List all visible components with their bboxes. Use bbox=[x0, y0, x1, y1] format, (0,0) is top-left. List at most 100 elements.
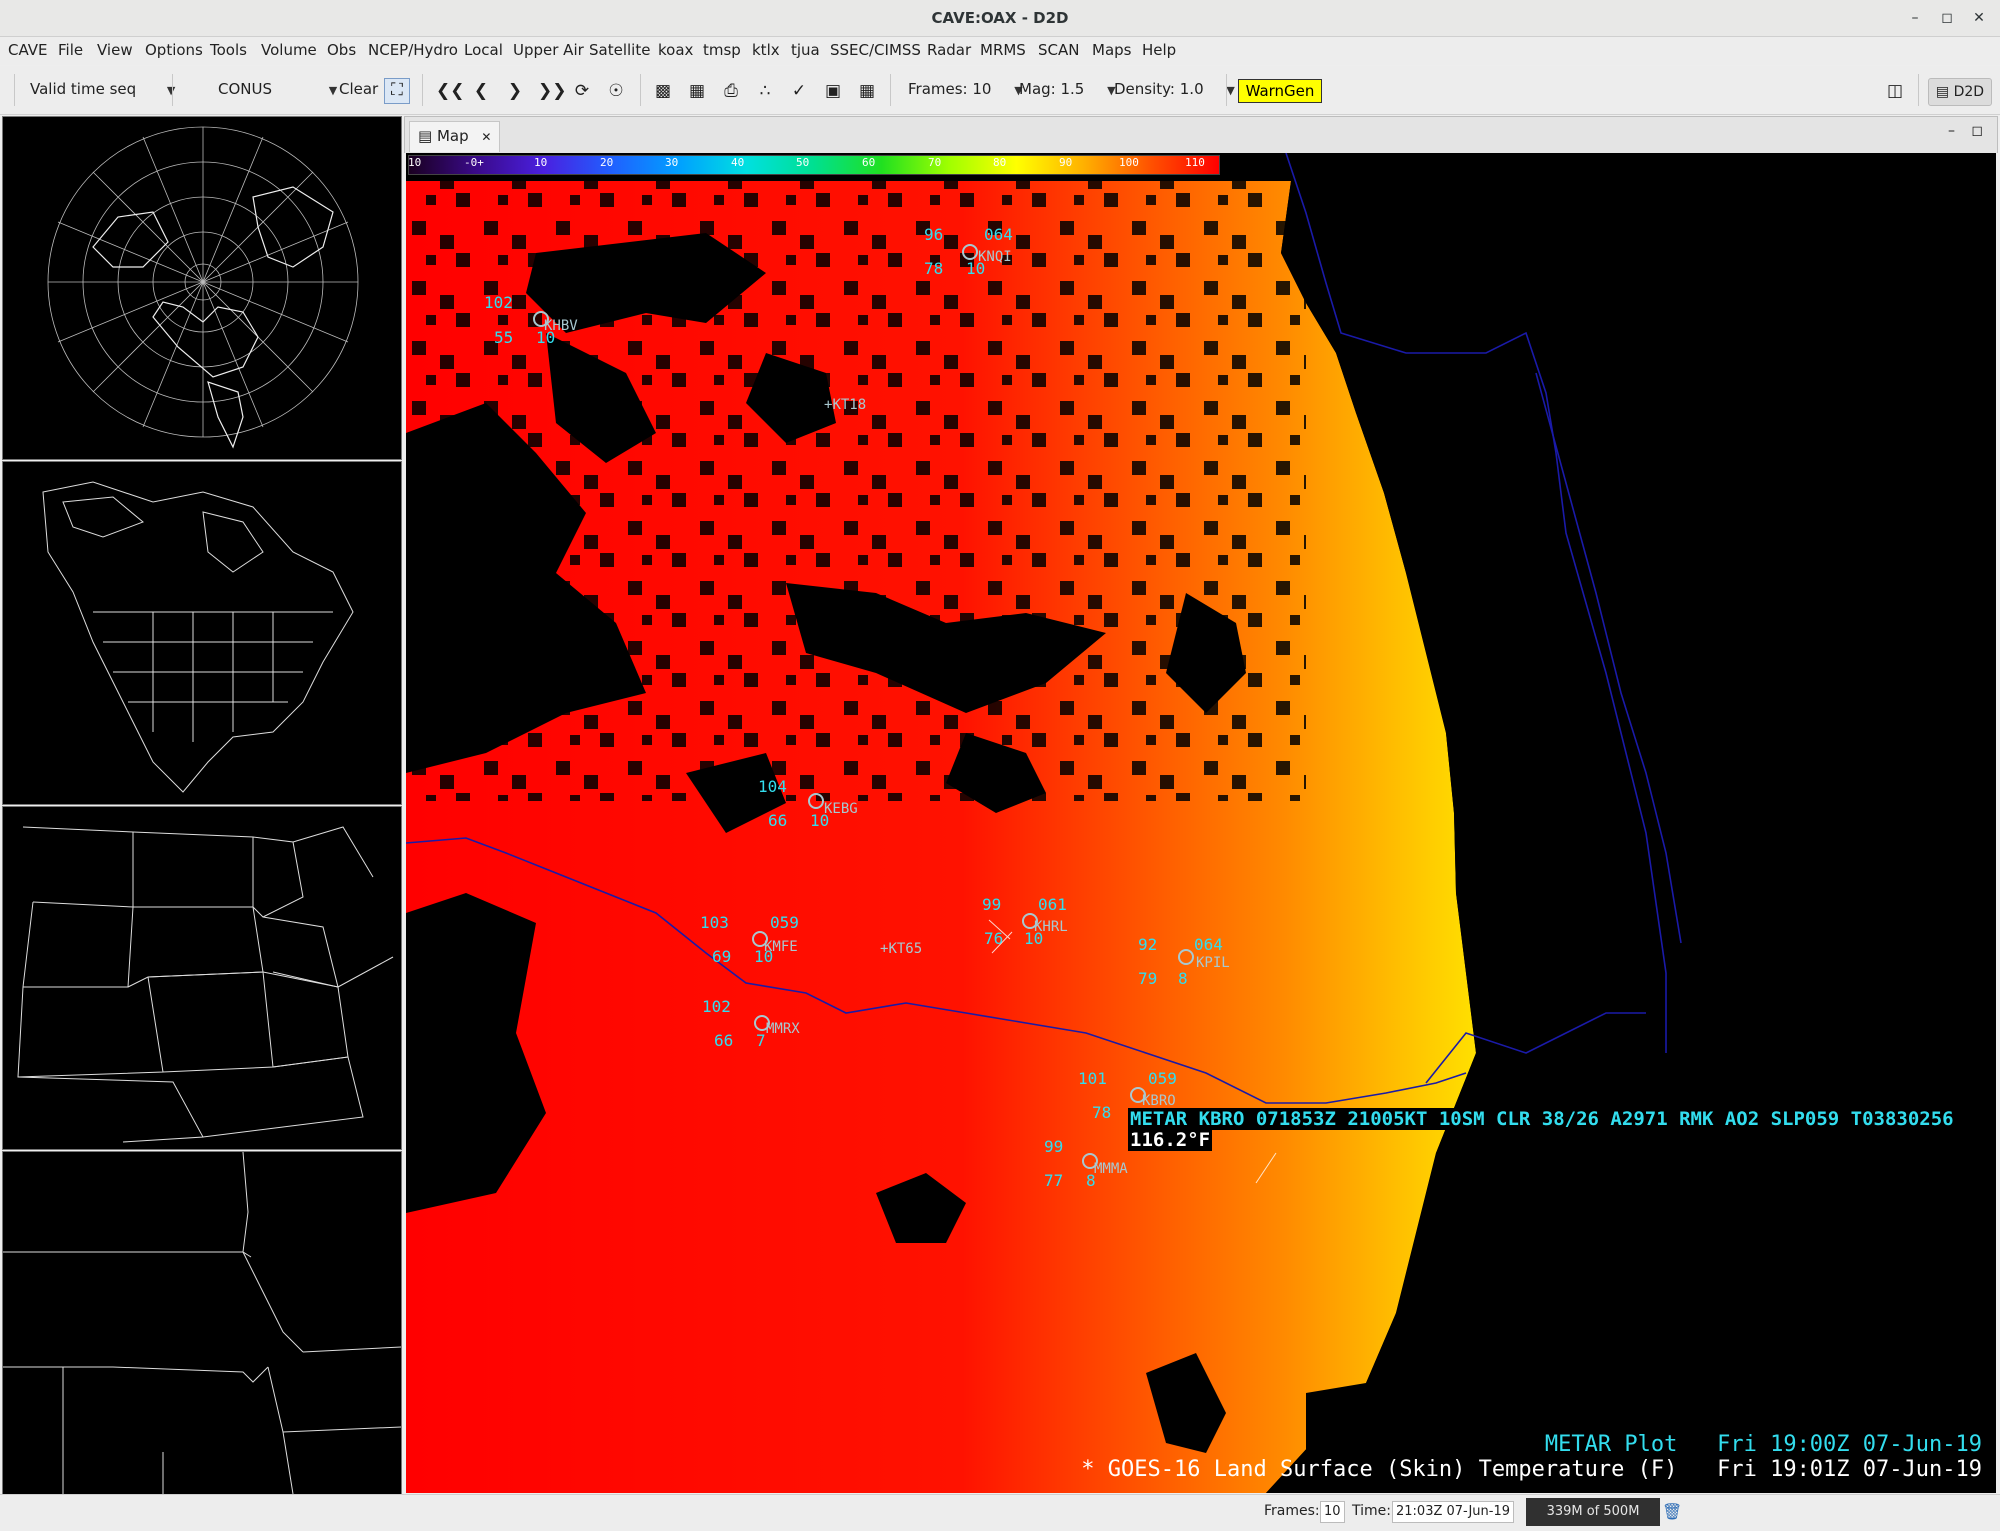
mag-dropdown[interactable]: Mag: 1.5 ▼ bbox=[1019, 80, 1116, 98]
station-dewpoint: 66 bbox=[768, 811, 788, 830]
legend-goes-skin-temp[interactable]: * GOES-16 Land Surface (Skin) Temperatur… bbox=[1081, 1457, 1982, 1482]
toolbar-separator bbox=[640, 74, 641, 106]
colorbar-tick: 110 bbox=[1185, 156, 1205, 169]
print-icon[interactable]: ⎙ bbox=[720, 80, 742, 102]
density-dropdown[interactable]: Density: 1.0 ▼ bbox=[1114, 80, 1235, 98]
legend-name: METAR Plot bbox=[1544, 1432, 1678, 1457]
toolbar-separator bbox=[14, 74, 15, 106]
legend-metar-plot[interactable]: METAR Plot Fri 19:00Z 07-Jun-19 bbox=[1545, 1432, 1982, 1457]
polar-map bbox=[47, 126, 359, 449]
station-id: KPIL bbox=[1196, 955, 1230, 971]
station-visibility: 10 bbox=[810, 811, 830, 830]
open-perspective-icon[interactable]: ◫ bbox=[1884, 80, 1906, 102]
time-mode-dropdown[interactable]: Valid time seq ▼ bbox=[30, 80, 175, 98]
loop-properties-icon[interactable]: ☉ bbox=[605, 80, 627, 102]
trash-icon[interactable]: 🗑 bbox=[1662, 1502, 1682, 1521]
menu-ktlx[interactable]: ktlx bbox=[752, 41, 780, 59]
points-icon[interactable]: ∴ bbox=[754, 80, 776, 102]
station-visibility: 10 bbox=[1024, 929, 1044, 948]
menu-maps[interactable]: Maps bbox=[1092, 41, 1131, 59]
menu-mrms[interactable]: MRMS bbox=[980, 41, 1026, 59]
menu-satellite[interactable]: Satellite bbox=[589, 41, 650, 59]
station-id: KBRO bbox=[1142, 1093, 1176, 1109]
colorbar-tick: 90 bbox=[1059, 156, 1073, 169]
side-panel-regional[interactable] bbox=[2, 1151, 402, 1495]
main-map-display[interactable]: 10 -0+ 10 20 30 40 50 60 70 80 90 100 11… bbox=[406, 153, 1996, 1493]
single-panel-icon[interactable]: ▣ bbox=[822, 80, 844, 102]
d2d-perspective-button[interactable]: ▤ D2D bbox=[1928, 78, 1992, 106]
menu-help[interactable]: Help bbox=[1142, 41, 1176, 59]
clear-button[interactable]: Clear bbox=[339, 80, 378, 98]
side-panel-northern-hemisphere[interactable] bbox=[2, 116, 402, 460]
first-frame-icon[interactable]: ❮❮ bbox=[436, 80, 465, 102]
menu-obs[interactable]: Obs bbox=[327, 41, 356, 59]
menu-tools[interactable]: Tools bbox=[210, 41, 247, 59]
menu-view[interactable]: View bbox=[97, 41, 133, 59]
loop-icon[interactable]: ⟳ bbox=[571, 80, 593, 102]
chevron-down-icon: ▼ bbox=[328, 84, 338, 97]
maximize-icon[interactable]: ◻ bbox=[1935, 6, 1959, 30]
map-tab-icon: ▤ bbox=[418, 127, 437, 145]
menu-tmsp[interactable]: tmsp bbox=[703, 41, 741, 59]
menu-bar: CAVE File View Options Tools Volume Obs … bbox=[0, 37, 2000, 65]
window-title: CAVE:OAX - D2D bbox=[931, 9, 1069, 27]
previous-frame-icon[interactable]: ❮ bbox=[470, 80, 492, 102]
time-mode-label: Valid time seq bbox=[30, 80, 137, 98]
menu-koax[interactable]: koax bbox=[658, 41, 693, 59]
side-panel-north-america[interactable] bbox=[2, 461, 402, 805]
menu-tjua[interactable]: tjua bbox=[791, 41, 820, 59]
station-marker[interactable] bbox=[962, 244, 978, 260]
station-visibility: 7 bbox=[756, 1031, 766, 1050]
zoom-extent-icon[interactable]: ⛶ bbox=[384, 78, 410, 104]
next-frame-icon[interactable]: ❯ bbox=[504, 80, 526, 102]
station-temp: 99 bbox=[982, 895, 1002, 914]
station-id: +KT65 bbox=[880, 941, 923, 957]
menu-file[interactable]: File bbox=[58, 41, 83, 59]
four-panel-icon[interactable]: ▦ bbox=[856, 80, 878, 102]
colorbar-tick: 20 bbox=[600, 156, 614, 169]
toolbar-separator bbox=[1226, 74, 1227, 106]
time-status-value: 21:03Z 07-Jun-19 bbox=[1392, 1501, 1515, 1523]
image-properties-icon[interactable]: ▦ bbox=[686, 80, 708, 102]
station-dewpoint: 55 bbox=[494, 328, 514, 347]
frames-dropdown[interactable]: Frames: 10 ▼ bbox=[908, 80, 1023, 98]
menu-ssec-cimss[interactable]: SSEC/CIMSS bbox=[830, 41, 921, 59]
station-dewpoint: 69 bbox=[712, 947, 732, 966]
tab-map[interactable]: ▤ Map ✕ bbox=[409, 121, 501, 152]
station-visibility: 8 bbox=[1086, 1171, 1096, 1190]
menu-cave[interactable]: CAVE bbox=[8, 41, 48, 59]
colorbar-tick: 10 bbox=[408, 156, 422, 169]
minimize-icon[interactable]: – bbox=[1903, 6, 1927, 30]
side-panel-central-us[interactable] bbox=[2, 806, 402, 1150]
close-icon[interactable]: ✕ bbox=[1967, 6, 1991, 30]
menu-upper-air[interactable]: Upper Air bbox=[513, 41, 584, 59]
scale-dropdown[interactable]: CONUS ▼ bbox=[218, 80, 337, 98]
legend-time: Fri 19:00Z 07-Jun-19 bbox=[1717, 1432, 1982, 1457]
menu-local[interactable]: Local bbox=[464, 41, 503, 59]
frames-status-label: Frames: bbox=[1264, 1503, 1320, 1519]
station-marker[interactable] bbox=[1178, 949, 1194, 965]
station-temp: 99 bbox=[1044, 1137, 1064, 1156]
menu-ncep-hydro[interactable]: NCEP/Hydro bbox=[368, 41, 458, 59]
warngen-button[interactable]: WarnGen bbox=[1238, 79, 1322, 103]
menu-options[interactable]: Options bbox=[145, 41, 203, 59]
temperature-colorbar bbox=[408, 155, 1220, 175]
station-dewpoint: 78 bbox=[1092, 1103, 1112, 1122]
maximize-editor-icon[interactable]: ◻ bbox=[1971, 123, 1983, 139]
menu-volume[interactable]: Volume bbox=[261, 41, 317, 59]
menu-scan[interactable]: SCAN bbox=[1038, 41, 1079, 59]
colorbar-tick: 10 bbox=[534, 156, 548, 169]
station-dewpoint: 66 bbox=[714, 1031, 734, 1050]
baselines-icon[interactable]: ✓ bbox=[788, 80, 810, 102]
station-marker[interactable] bbox=[808, 793, 824, 809]
station-temp: 102 bbox=[484, 293, 513, 312]
north-america-map bbox=[42, 481, 354, 793]
last-frame-icon[interactable]: ❯❯ bbox=[538, 80, 567, 102]
chevron-down-icon: ▼ bbox=[1226, 84, 1235, 97]
image-combination-icon[interactable]: ▩ bbox=[652, 80, 674, 102]
minimize-editor-icon[interactable]: – bbox=[1948, 123, 1955, 139]
colorbar-tick: 30 bbox=[665, 156, 679, 169]
menu-radar[interactable]: Radar bbox=[927, 41, 971, 59]
station-temp: 96 bbox=[924, 225, 944, 244]
close-tab-icon[interactable]: ✕ bbox=[481, 130, 491, 144]
